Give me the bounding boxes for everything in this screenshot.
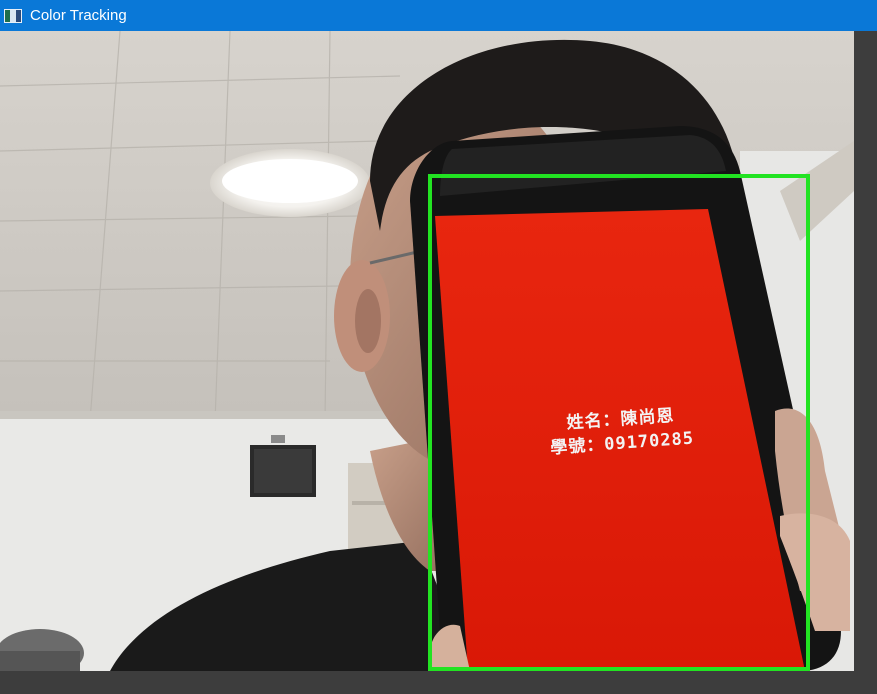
window-right-margin	[854, 31, 877, 671]
window-bottom-margin	[0, 671, 877, 694]
title-bar[interactable]: Color Tracking	[0, 0, 877, 31]
camera-feed: 姓名：陳尚恩 學號：09170285	[0, 31, 854, 671]
window-title: Color Tracking	[30, 7, 127, 24]
camera-frame-image	[0, 31, 854, 671]
app-window: Color Tracking 姓名：陳尚恩 學號：09170285	[0, 0, 877, 694]
opencv-window-icon	[4, 8, 22, 23]
